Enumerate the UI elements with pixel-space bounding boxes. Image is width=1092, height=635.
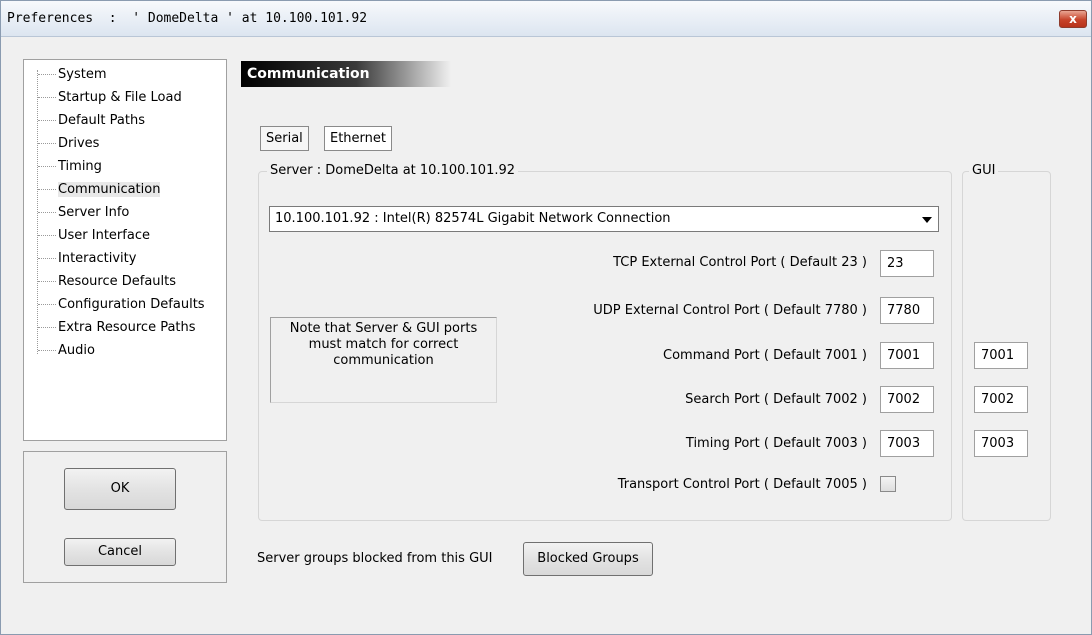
timing-port-server-input[interactable]: 7003 bbox=[880, 430, 934, 457]
udp-port-input[interactable]: 7780 bbox=[880, 297, 934, 324]
cancel-button[interactable]: Cancel bbox=[64, 538, 176, 566]
close-icon: x bbox=[1069, 12, 1077, 26]
tree-item-interactivity[interactable]: Interactivity bbox=[24, 250, 136, 268]
tree-item-label: Resource Defaults bbox=[58, 274, 177, 289]
ok-button[interactable]: OK bbox=[64, 468, 176, 510]
tree-item-communication[interactable]: Communication bbox=[24, 181, 161, 199]
tree-item-label: Audio bbox=[58, 343, 95, 358]
tree-item-label: Configuration Defaults bbox=[58, 297, 205, 312]
tree-item-resource-defaults[interactable]: Resource Defaults bbox=[24, 273, 176, 291]
tree-item-label: Default Paths bbox=[58, 113, 145, 128]
tcp-port-input[interactable]: 23 bbox=[880, 250, 934, 277]
tree-item-label: System bbox=[58, 67, 107, 82]
command-port-label: Command Port ( Default 7001 ) bbox=[663, 348, 867, 363]
server-group-title: Server : DomeDelta at 10.100.101.92 bbox=[267, 163, 519, 178]
tcp-port-label: TCP External Control Port ( Default 23 ) bbox=[613, 255, 867, 270]
gui-group-title: GUI bbox=[969, 163, 999, 178]
tree-item-user-interface[interactable]: User Interface bbox=[24, 227, 150, 245]
title-bar[interactable]: Preferences : ' DomeDelta ' at 10.100.10… bbox=[1, 1, 1091, 37]
tree-item-label: Extra Resource Paths bbox=[58, 320, 196, 335]
tree-item-default-paths[interactable]: Default Paths bbox=[24, 112, 145, 130]
command-port-gui-input[interactable]: 7001 bbox=[974, 342, 1028, 369]
blocked-groups-button[interactable]: Blocked Groups bbox=[523, 542, 653, 576]
tree-item-label: Drives bbox=[58, 136, 100, 151]
tree-item-label: User Interface bbox=[58, 228, 150, 243]
tree-item-drives[interactable]: Drives bbox=[24, 135, 99, 153]
timing-port-gui-input[interactable]: 7003 bbox=[974, 430, 1028, 457]
tree-item-label: Server Info bbox=[58, 205, 130, 220]
timing-port-label: Timing Port ( Default 7003 ) bbox=[685, 436, 867, 451]
port-match-note: Note that Server & GUI ports must match … bbox=[270, 317, 497, 403]
tree-item-system[interactable]: System bbox=[24, 66, 106, 84]
window-title: Preferences : ' DomeDelta ' at 10.100.10… bbox=[7, 11, 368, 26]
search-port-gui-input[interactable]: 7002 bbox=[974, 386, 1028, 413]
section-title: Communication bbox=[241, 61, 451, 87]
network-adapter-select[interactable]: 10.100.101.92 : Intel(R) 82574L Gigabit … bbox=[269, 206, 939, 232]
tree-item-timing[interactable]: Timing bbox=[24, 158, 102, 176]
udp-port-label: UDP External Control Port ( Default 7780… bbox=[593, 303, 867, 318]
blocked-groups-label: Server groups blocked from this GUI bbox=[257, 551, 493, 566]
chevron-down-icon bbox=[922, 217, 932, 223]
tree-item-server-info[interactable]: Server Info bbox=[24, 204, 129, 222]
tree-item-audio[interactable]: Audio bbox=[24, 342, 95, 360]
tab-ethernet[interactable]: Ethernet bbox=[324, 126, 392, 151]
command-port-server-input[interactable]: 7001 bbox=[880, 342, 934, 369]
transport-port-label: Transport Control Port ( Default 7005 ) bbox=[617, 477, 867, 492]
dialog-buttons-panel: OK Cancel bbox=[23, 451, 227, 583]
close-button[interactable]: x bbox=[1059, 10, 1087, 28]
tree-item-label: Communication bbox=[58, 182, 161, 197]
network-adapter-value: 10.100.101.92 : Intel(R) 82574L Gigabit … bbox=[275, 211, 671, 226]
search-port-server-input[interactable]: 7002 bbox=[880, 386, 934, 413]
tree-item-label: Interactivity bbox=[58, 251, 137, 266]
tree-item-label: Timing bbox=[58, 159, 102, 174]
tree-item-configuration-defaults[interactable]: Configuration Defaults bbox=[24, 296, 205, 314]
preferences-window: Preferences : ' DomeDelta ' at 10.100.10… bbox=[0, 0, 1092, 635]
tree-item-label: Startup & File Load bbox=[58, 90, 182, 105]
search-port-label: Search Port ( Default 7002 ) bbox=[685, 392, 867, 407]
preferences-category-tree[interactable]: System Startup & File Load Default Paths… bbox=[23, 59, 227, 441]
tree-item-extra-resource-paths[interactable]: Extra Resource Paths bbox=[24, 319, 196, 337]
transport-port-checkbox[interactable] bbox=[880, 476, 896, 492]
tab-serial[interactable]: Serial bbox=[260, 126, 309, 151]
tree-item-startup-file-load[interactable]: Startup & File Load bbox=[24, 89, 182, 107]
